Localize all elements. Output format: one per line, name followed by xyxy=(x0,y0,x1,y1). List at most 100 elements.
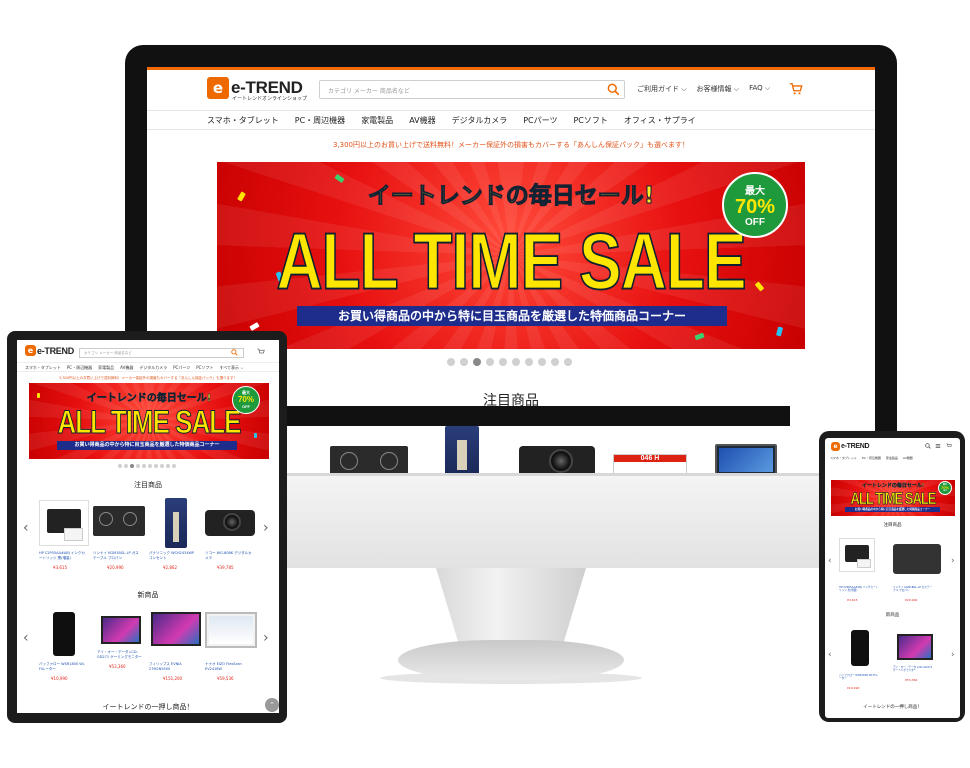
product-monitor[interactable] xyxy=(151,612,201,646)
menu-icon[interactable] xyxy=(935,443,941,449)
product-ink[interactable] xyxy=(39,500,89,546)
phone-logo[interactable]: e e-TREND xyxy=(831,442,870,451)
carousel-dot[interactable] xyxy=(148,464,152,468)
carousel-dot[interactable] xyxy=(564,358,572,366)
carousel-dot[interactable] xyxy=(499,358,507,366)
cart-icon[interactable] xyxy=(789,82,803,96)
chevron-left-icon[interactable]: ‹ xyxy=(23,630,29,646)
chevron-left-icon[interactable]: ‹ xyxy=(828,650,832,660)
nav-item-appliances[interactable]: 家電製品 xyxy=(886,456,898,460)
product-monitor[interactable] xyxy=(897,634,933,660)
phone-sale-banner[interactable]: イートレンドの毎日セール! ALL TIME SALE お買い得商品の中から特に… xyxy=(831,480,955,516)
carousel-dot[interactable] xyxy=(172,464,176,468)
nav-item-more[interactable]: すべて表示 ⌵ xyxy=(219,365,243,371)
product-name[interactable]: HP C2P05AA#ABJ インクカートリッジ 黒(増量) xyxy=(39,551,87,560)
carousel-dot[interactable] xyxy=(142,464,146,468)
tablet-search-input[interactable]: カテゴリ メーカー 商品名など xyxy=(79,348,244,358)
product-name[interactable]: リンナイ KGM1BGL-LP ガステーブル プロパン xyxy=(893,586,933,593)
nav-item-av[interactable]: AV機器 xyxy=(120,365,133,371)
product-name[interactable]: リンナイ KGM1BGL-LP ガステーブル プロパン xyxy=(93,551,141,560)
nav-item-smartphone[interactable]: スマホ・タブレット xyxy=(25,365,61,371)
nav-item-office[interactable]: オフィス・サプライ xyxy=(624,115,696,126)
chevron-right-icon[interactable]: › xyxy=(263,520,269,536)
product-camera[interactable] xyxy=(519,446,595,473)
nav-item-pc-software[interactable]: PCソフト xyxy=(196,365,213,371)
chevron-right-icon[interactable]: › xyxy=(263,630,269,646)
nav-item-pc-parts[interactable]: PCパーツ xyxy=(523,115,557,126)
tablet-sale-banner[interactable]: イートレンドの毎日セール! ALL TIME SALE お買い得商品の中から特に… xyxy=(29,383,269,459)
product-name[interactable]: フィリップス EVNIA 27M2N5500 xyxy=(149,662,197,671)
chevron-left-icon[interactable]: ‹ xyxy=(828,556,832,566)
faq-link[interactable]: FAQ ⌵ xyxy=(749,84,770,94)
carousel-dot[interactable] xyxy=(136,464,140,468)
tablet-recommend-heading: イートレンドの一押し商品！ xyxy=(102,703,194,711)
carousel-dot[interactable] xyxy=(551,358,559,366)
product-outlet-pack[interactable] xyxy=(165,498,187,548)
guide-link[interactable]: ご利用ガイド ⌵ xyxy=(637,84,687,94)
phone-search-icon[interactable] xyxy=(925,443,931,449)
nav-item-pc-parts[interactable]: PCパーツ xyxy=(173,365,190,371)
chevron-right-icon[interactable]: › xyxy=(951,556,955,566)
tablet-cart-icon[interactable] xyxy=(257,348,265,356)
product-name[interactable]: パナソニック WCH2434WP コンセント xyxy=(149,551,197,560)
nav-item-pc-software[interactable]: PCソフト xyxy=(573,115,607,126)
carousel-dot[interactable] xyxy=(486,358,494,366)
nav-item-camera[interactable]: デジタルカメラ xyxy=(139,365,167,371)
nav-item-smartphone[interactable]: スマホ・タブレット xyxy=(830,456,857,460)
product-camera[interactable] xyxy=(205,510,255,536)
carousel-dot[interactable] xyxy=(118,464,122,468)
chevron-left-icon[interactable]: ‹ xyxy=(23,520,29,536)
product-monitor-white[interactable] xyxy=(205,612,257,648)
nav-item-pc[interactable]: PC・周辺機器 xyxy=(67,365,92,371)
carousel-dot[interactable] xyxy=(124,464,128,468)
product-name[interactable]: バッファロー WSR1800 Wi-Fiルーター xyxy=(39,662,87,671)
chevron-up-icon[interactable]: ⌃ xyxy=(265,698,279,712)
nav-item-av[interactable]: AV機器 xyxy=(409,115,435,126)
product-ink[interactable] xyxy=(839,538,875,572)
carousel-dot[interactable] xyxy=(154,464,158,468)
product-name[interactable]: HP C2P05AA#ABJ インクカートリッジ 黒(増量) xyxy=(839,586,879,593)
tablet-search-icon[interactable] xyxy=(231,349,238,356)
chevron-right-icon[interactable]: › xyxy=(951,650,955,660)
nav-item-camera[interactable]: デジタルカメラ xyxy=(452,115,508,126)
product-name[interactable]: バッファロー WSR1800 Wi-Fiルーター xyxy=(839,674,879,681)
carousel-dot[interactable] xyxy=(473,358,481,366)
carousel-dot[interactable] xyxy=(512,358,520,366)
carousel-dot[interactable] xyxy=(525,358,533,366)
customer-info-link[interactable]: お客様情報 ⌵ xyxy=(697,84,740,94)
shipping-notice-link[interactable]: 3,300円以上のお買い上げで送料無料！メーカー保証外の損害もカバーする「あんし… xyxy=(147,140,875,150)
site-logo[interactable]: e e-TREND イートレンドオンラインショップ xyxy=(207,77,307,102)
banner-headline: イートレンドの毎日セール! xyxy=(861,483,925,489)
tablet-shipping-notice[interactable]: 3,300円以上のお買い上げで送料無料！メーカー保証外の損害もカバーする「あんし… xyxy=(17,376,279,381)
product-gas-stove[interactable] xyxy=(93,506,145,536)
carousel-dot[interactable] xyxy=(166,464,170,468)
product-outlet-pack[interactable] xyxy=(445,426,479,473)
carousel-dot[interactable] xyxy=(538,358,546,366)
product-monitor[interactable] xyxy=(101,616,141,644)
product-gas-stove[interactable] xyxy=(893,544,941,574)
product-toner[interactable]: 046 H xyxy=(613,454,687,473)
nav-item-appliances[interactable]: 家電製品 xyxy=(98,365,114,371)
nav-item-appliances[interactable]: 家電製品 xyxy=(361,115,393,126)
carousel-dot[interactable] xyxy=(160,464,164,468)
product-name[interactable]: リコー WG-80BK デジタルカメラ xyxy=(205,551,253,560)
tablet-logo[interactable]: e e-TREND xyxy=(25,345,74,356)
product-gas-stove[interactable] xyxy=(330,446,408,473)
nav-item-smartphone[interactable]: スマホ・タブレット xyxy=(207,115,279,126)
search-icon[interactable] xyxy=(607,83,620,96)
product-name[interactable]: アイ・オー・データ LCD-GD271 ゲーミングモニター xyxy=(97,650,145,659)
nav-item-av[interactable]: AV機器 xyxy=(903,456,913,460)
nav-item-pc[interactable]: PC・周辺機器 xyxy=(862,456,881,460)
product-laptop[interactable] xyxy=(715,444,777,473)
product-name[interactable]: ナナオ EIZO FlexScan EV2416W xyxy=(205,662,253,671)
product-router[interactable] xyxy=(53,612,75,656)
sale-banner[interactable]: イートレンドの毎日セール! ALL TIME SALE お買い得商品の中から特に… xyxy=(217,162,805,349)
nav-item-pc[interactable]: PC・周辺機器 xyxy=(295,115,345,126)
product-name[interactable]: アイ・オー・データ LCD-GD271 ゲーミングモニター xyxy=(893,666,933,673)
carousel-dot[interactable] xyxy=(130,464,134,468)
carousel-dot[interactable] xyxy=(460,358,468,366)
product-router[interactable] xyxy=(851,630,869,666)
phone-cart-icon[interactable] xyxy=(946,443,952,449)
carousel-dot[interactable] xyxy=(447,358,455,366)
search-input[interactable]: カテゴリ メーカー 商品名など xyxy=(319,80,625,99)
